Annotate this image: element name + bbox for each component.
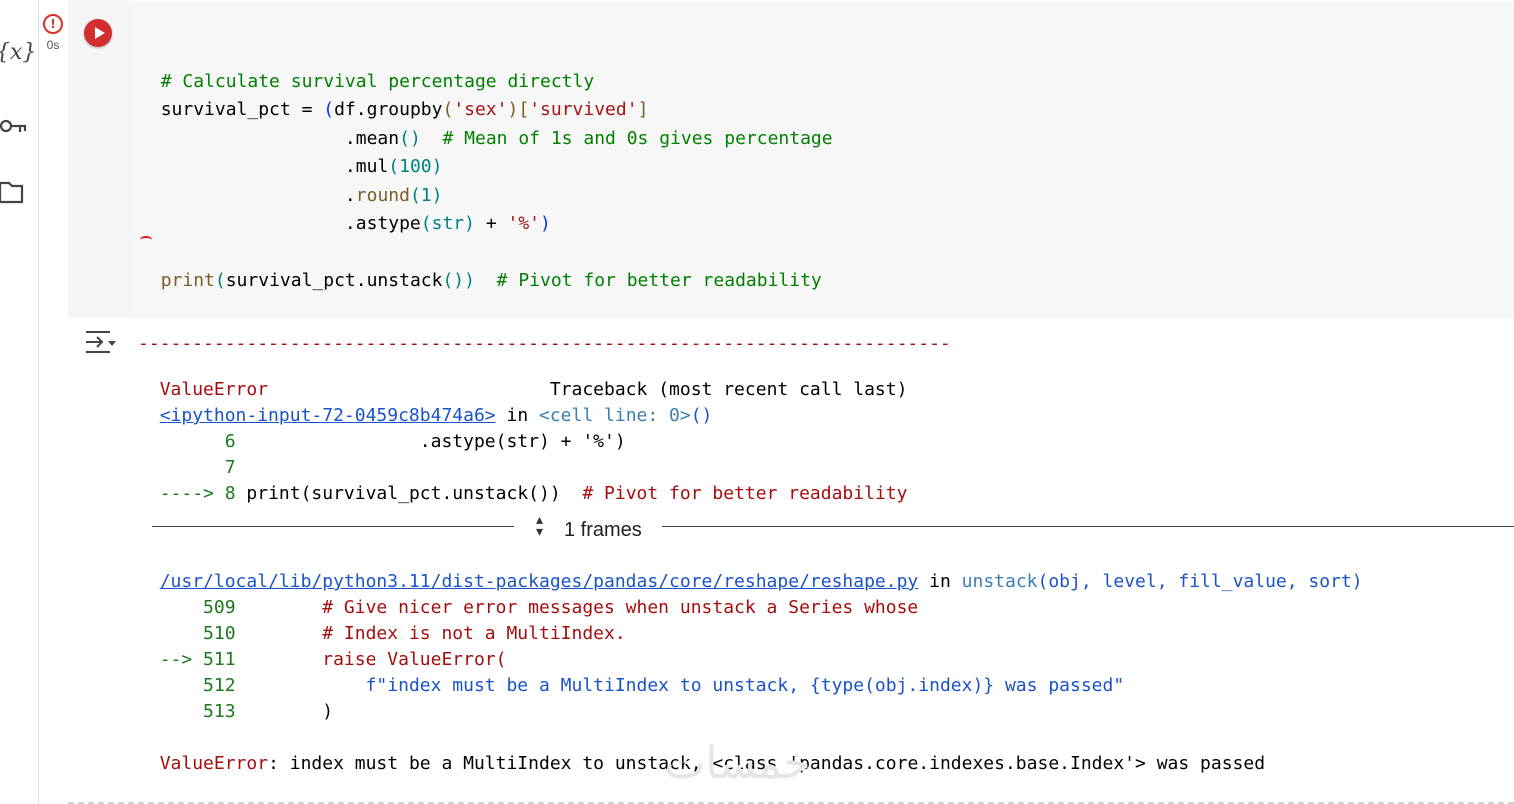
divider-right [662, 526, 1514, 527]
output-actions-icon[interactable] [84, 328, 118, 358]
play-icon [95, 27, 105, 39]
code-comment: # Mean of 1s and 0s gives percentage [420, 128, 833, 149]
code-line-6: .astype(str) + '%') [139, 192, 551, 234]
execution-time: 0s [46, 38, 60, 52]
cell-parens: () [690, 405, 713, 426]
collapsed-frames-toggle[interactable]: ▴ ▾ 1 frames [152, 513, 1514, 548]
error-arrow: ----> 8 [159, 483, 247, 504]
code-token: ) [464, 213, 475, 234]
code-token: + [474, 213, 508, 234]
divider-left [152, 526, 514, 527]
run-cell-button[interactable] [84, 19, 112, 47]
error-icon: ! [43, 14, 63, 34]
variables-label: {x} [0, 40, 37, 65]
line-code: f"index must be a MultiIndex to unstack,… [235, 675, 1125, 696]
expand-collapse-icon[interactable]: ▴ ▾ [536, 513, 543, 539]
watermark: خمسات [664, 738, 811, 789]
traceback-dashes: ----------------------------------------… [138, 333, 951, 354]
code-token: .astype [160, 213, 421, 234]
frames-label[interactable]: 1 frames [564, 519, 642, 542]
line-code: ) [235, 701, 334, 722]
in-word: in [918, 571, 962, 592]
line-number: 513 [159, 701, 236, 722]
left-sidebar: {x} [0, 0, 39, 804]
run-gutter [68, 0, 130, 318]
code-token: ) [540, 213, 551, 234]
code-token: ()) [442, 270, 475, 291]
key-icon[interactable] [0, 112, 30, 142]
code-token: ( [420, 213, 432, 234]
code-token: survival_pct.unstack [225, 270, 443, 291]
code-token: str [431, 213, 465, 234]
cell-status: ! 0s [42, 14, 64, 52]
frame2-line-513: 513 ) [138, 682, 333, 722]
frame1-line-8: ----> 8 print(survival_pct.unstack()) # … [138, 464, 908, 504]
code-string: '%' [507, 213, 541, 234]
variables-icon[interactable]: {x} [0, 40, 36, 70]
code-token: print [160, 270, 215, 291]
code-token: ( [214, 270, 226, 291]
function-args: (obj, level, fill_value, sort) [1037, 571, 1363, 592]
code-comment: # Pivot for better readability [474, 270, 822, 291]
folder-icon[interactable] [0, 176, 30, 206]
error-name: ValueError [159, 753, 269, 774]
lint-squiggle [140, 236, 152, 244]
code-line-7: print(survival_pct.unstack()) # Pivot fo… [139, 249, 822, 291]
line-comment: # Pivot for better readability [560, 483, 908, 504]
line-code: print(survival_pct.unstack()) [246, 483, 561, 504]
line-code: .astype(str) + '%') [235, 431, 626, 452]
function-name: unstack [961, 571, 1038, 592]
